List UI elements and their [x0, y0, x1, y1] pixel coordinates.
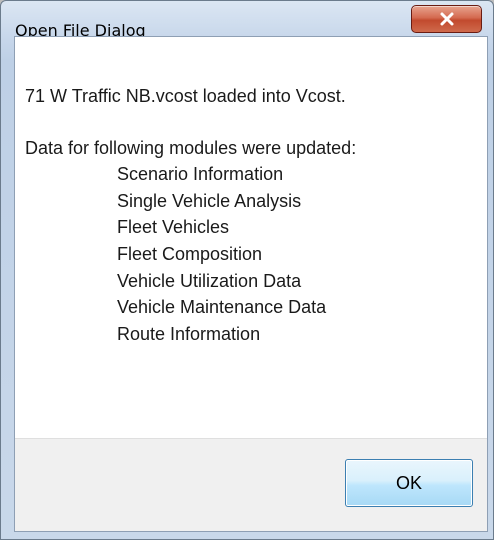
updated-modules-heading: Data for following modules were updated: [25, 138, 357, 158]
close-button[interactable] [411, 5, 482, 33]
module-item-route-information: Route Information [117, 324, 261, 345]
loaded-message: 71 W Traffic NB.vcost loaded into Vcost. [25, 86, 346, 106]
module-item-fleet-composition: Fleet Composition [117, 244, 263, 265]
module-list: Scenario Information Single Vehicle Anal… [25, 161, 483, 348]
dialog-footer: OK [15, 438, 487, 531]
module-item-scenario-information: Scenario Information [117, 164, 284, 184]
dialog-window: Open File Dialog OK 71 W Traffic NB.vcos… [0, 0, 494, 540]
close-icon [440, 12, 453, 26]
module-item-single-vehicle-analysis: Single Vehicle Analysis [117, 190, 302, 211]
message-text: 71 W Traffic NB.vcost loaded into Vcost.… [25, 83, 483, 348]
module-item-fleet-vehicles: Fleet Vehicles [117, 217, 230, 238]
module-item-vehicle-utilization-data: Vehicle Utilization Data [117, 270, 302, 291]
ok-button[interactable]: OK [345, 459, 473, 507]
module-item-vehicle-maintenance-data: Vehicle Maintenance Data [117, 297, 327, 318]
